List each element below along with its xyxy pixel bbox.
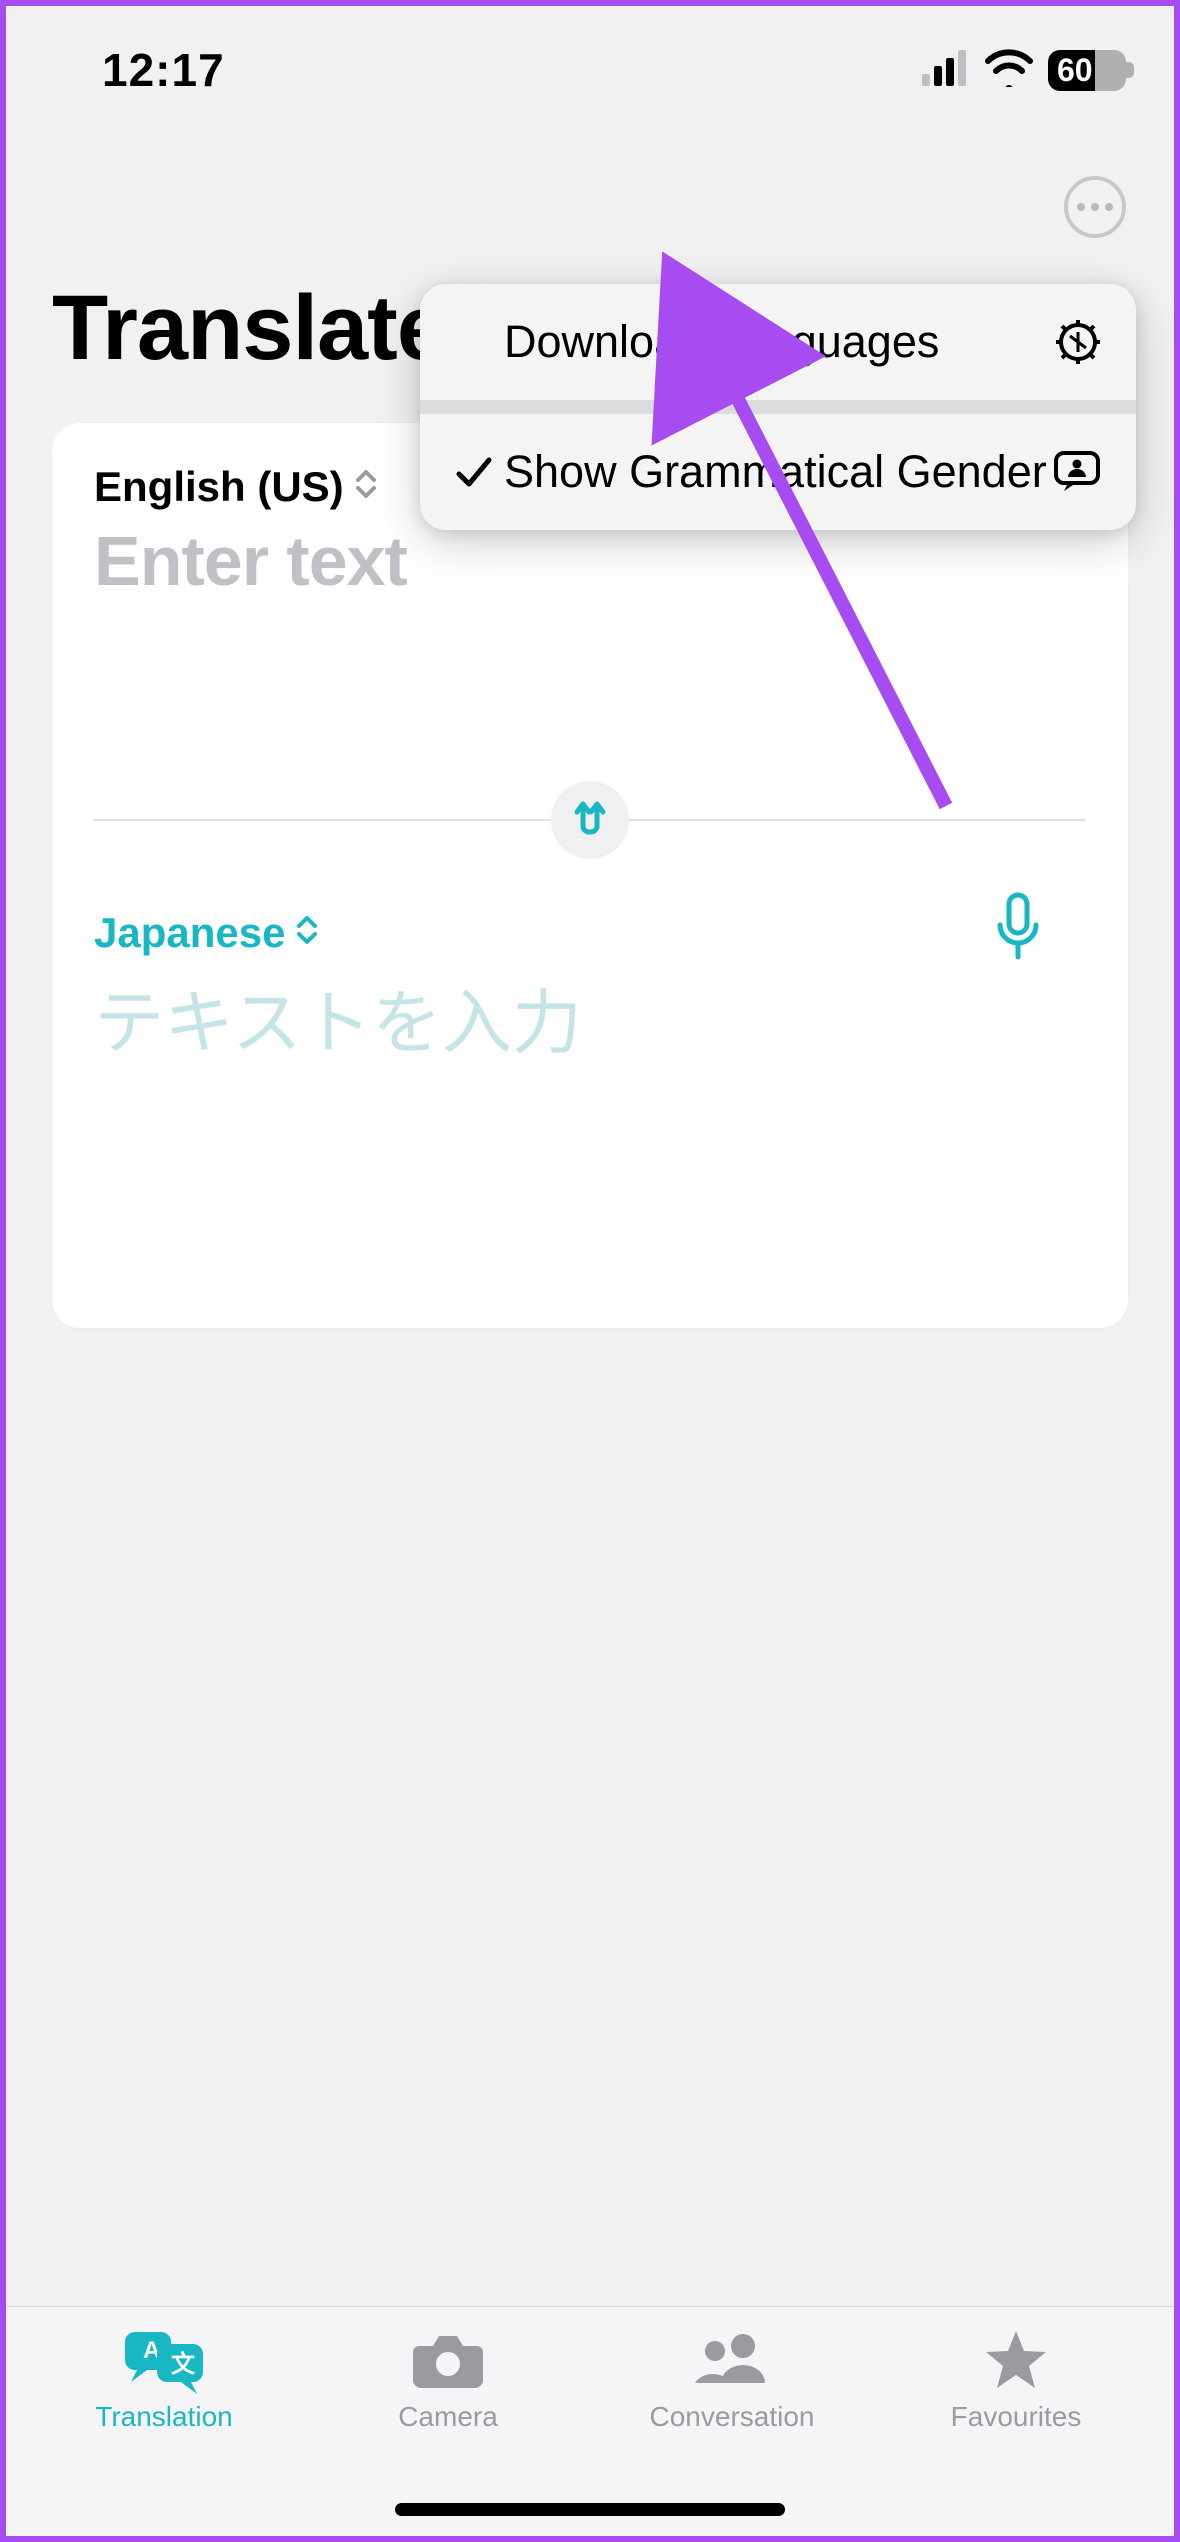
status-bar: 12:17 60 (6, 6, 1174, 116)
target-language-selector[interactable]: Japanese (94, 909, 1086, 957)
microphone-button[interactable] (992, 891, 1044, 968)
chevron-updown-icon (354, 463, 378, 511)
tab-translation[interactable]: A 文 Translation (44, 2325, 284, 2536)
menu-download-languages[interactable]: Download Languages (420, 284, 1136, 400)
tab-label: Conversation (650, 2401, 815, 2433)
menu-item-label: Show Grammatical Gender (504, 446, 1048, 498)
more-button[interactable] (1064, 176, 1126, 238)
status-icons: 60 (922, 49, 1126, 92)
divider (94, 819, 551, 821)
gear-icon (1048, 318, 1102, 366)
swap-arrows-icon (568, 796, 612, 845)
target-language-label: Japanese (94, 909, 285, 957)
checkmark-icon (448, 452, 504, 492)
tab-favourites[interactable]: Favourites (896, 2325, 1136, 2536)
tab-bar: A 文 Translation Camera (6, 2306, 1174, 2536)
translate-card: English (US) Enter text Japan (52, 423, 1128, 1328)
person-bubble-icon (1048, 449, 1102, 495)
more-menu: Download Languages (420, 284, 1136, 530)
target-text-input[interactable]: テキストを入力 (94, 957, 1086, 1068)
source-language-label: English (US) (94, 463, 344, 511)
wifi-icon (984, 49, 1034, 92)
divider (629, 819, 1086, 821)
battery-icon: 60 (1048, 50, 1126, 91)
camera-icon (409, 2325, 487, 2395)
svg-text:文: 文 (171, 2350, 196, 2378)
menu-show-grammatical-gender[interactable]: Show Grammatical Gender (420, 414, 1136, 530)
tab-label: Favourites (951, 2401, 1082, 2433)
home-indicator[interactable] (395, 2503, 785, 2516)
chevron-updown-icon (295, 909, 319, 957)
tab-label: Translation (95, 2401, 232, 2433)
menu-item-label: Download Languages (504, 316, 1048, 368)
people-icon (689, 2325, 775, 2395)
translation-icon: A 文 (121, 2325, 207, 2395)
microphone-icon (992, 950, 1044, 967)
battery-percent: 60 (1057, 52, 1093, 88)
swap-languages-button[interactable] (551, 781, 629, 859)
star-icon (983, 2325, 1049, 2395)
menu-separator (420, 400, 1136, 414)
cellular-icon (922, 50, 970, 91)
tab-label: Camera (398, 2401, 498, 2433)
status-time: 12:17 (54, 43, 225, 97)
